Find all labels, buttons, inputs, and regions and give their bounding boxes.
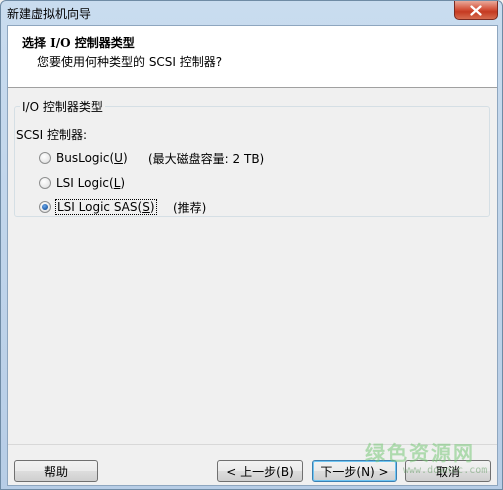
radio-circle-selected[interactable]: [39, 201, 51, 213]
radio-label-lsi-logic-sas: LSI Logic SAS(S): [55, 199, 157, 215]
next-button[interactable]: 下一步(N) >: [312, 460, 397, 482]
wizard-header: 选择 I/O 控制器类型 您要使用何种类型的 SCSI 控制器?: [8, 26, 497, 88]
close-icon: [470, 4, 482, 16]
page-title: 选择 I/O 控制器类型: [22, 36, 135, 50]
radio-label-lsi-logic: LSI Logic(L): [56, 176, 126, 190]
recommended-note: (推荐): [173, 201, 207, 215]
radio-lsi-logic[interactable]: LSI Logic(L): [39, 174, 125, 192]
group-legend: I/O 控制器类型: [20, 98, 105, 115]
radio-label-buslogic: BusLogic(U): [56, 151, 128, 165]
buslogic-note: (最大磁盘容量: 2 TB): [148, 152, 265, 166]
footer-divider: [8, 444, 497, 445]
back-button[interactable]: < 上一步(B): [217, 460, 303, 482]
scsi-controller-label: SCSI 控制器:: [16, 128, 88, 142]
page-subtitle: 您要使用何种类型的 SCSI 控制器?: [37, 55, 223, 69]
wizard-content: 选择 I/O 控制器类型 您要使用何种类型的 SCSI 控制器? I/O 控制器…: [7, 25, 498, 486]
wizard-window: 新建虚拟机向导 选择 I/O 控制器类型 您要使用何种类型的 SCSI 控制器?…: [0, 0, 503, 490]
title-bar[interactable]: 新建虚拟机向导: [1, 1, 502, 25]
radio-buslogic[interactable]: BusLogic(U): [39, 149, 128, 167]
radio-lsi-logic-sas[interactable]: LSI Logic SAS(S): [39, 198, 157, 216]
window-title: 新建虚拟机向导: [7, 7, 92, 21]
radio-circle[interactable]: [39, 152, 51, 164]
close-button[interactable]: [454, 1, 498, 20]
cancel-button[interactable]: 取消: [405, 460, 491, 482]
help-button[interactable]: 帮助: [14, 460, 98, 482]
radio-circle[interactable]: [39, 177, 51, 189]
